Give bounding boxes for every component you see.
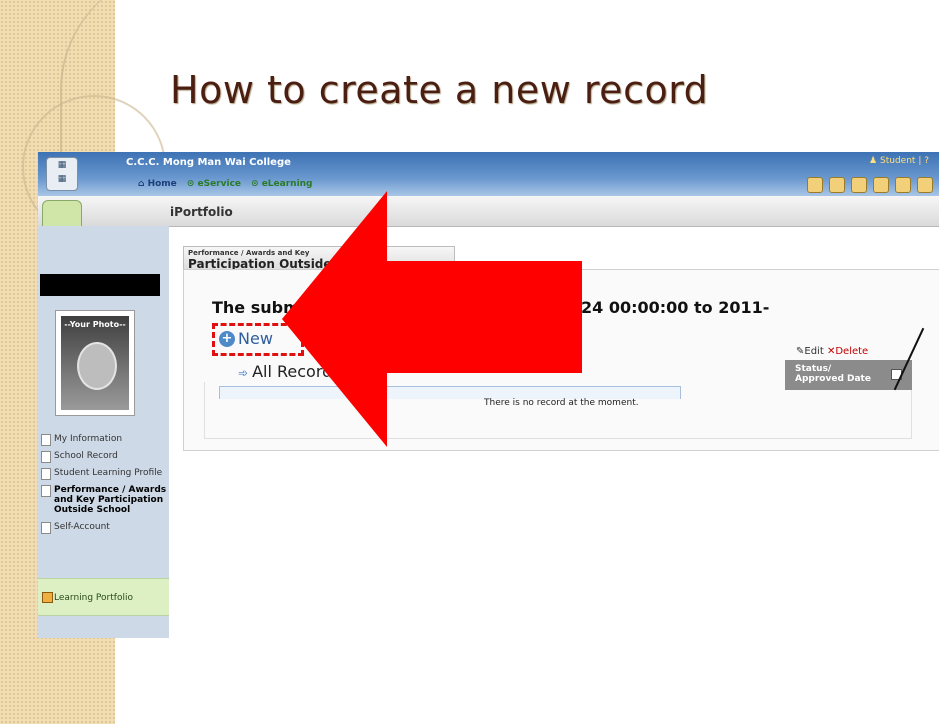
- document-icon: [41, 434, 51, 446]
- sidebar-item-label: My Information: [54, 434, 123, 444]
- app-title: iPortfolio: [170, 205, 233, 219]
- learning-portfolio-icon: [42, 592, 53, 603]
- edit-delete-actions: ✎Edit ✕Delete: [796, 346, 868, 357]
- student-name-bar: [40, 274, 160, 296]
- photo-placeholder-label: --Your Photo--: [64, 320, 126, 329]
- document-icon: [41, 522, 51, 534]
- home-icon: ⌂: [138, 179, 145, 189]
- sidebar-item-school-record[interactable]: School Record: [38, 451, 169, 463]
- nav-home[interactable]: ⌂ Home: [138, 179, 177, 189]
- nav-eservice[interactable]: ⊙ eService: [187, 179, 241, 189]
- document-icon: [41, 485, 51, 497]
- avatar-silhouette-icon: [77, 342, 117, 390]
- user-icon: ♟: [869, 156, 878, 166]
- status-column-header: Status/ Approved Date: [785, 360, 912, 390]
- learning-portfolio-label: Learning Portfolio: [54, 593, 133, 603]
- arrow-right-icon: ➾: [238, 366, 249, 380]
- sidebar-item-label: School Record: [54, 451, 118, 461]
- sidebar-item-label: Self-Account: [54, 522, 110, 532]
- delete-button[interactable]: ✕Delete: [827, 346, 868, 357]
- sidebar-item-my-information[interactable]: My Information: [38, 434, 169, 446]
- user-menu[interactable]: ♟ Student | ?: [869, 156, 929, 166]
- tool-icon-3[interactable]: [851, 177, 867, 193]
- sidebar: --Your Photo-- My Information School Rec…: [38, 226, 169, 638]
- sidebar-item-label: Performance / Awards and Key Participati…: [54, 485, 167, 515]
- tool-icon-1[interactable]: [807, 177, 823, 193]
- school-name: C.C.C. Mong Man Wai College: [126, 157, 291, 168]
- learning-portfolio-link[interactable]: Learning Portfolio: [38, 578, 169, 616]
- sidebar-item-performance-awards[interactable]: Performance / Awards and Key Participati…: [38, 485, 169, 515]
- add-record-icon: +: [219, 331, 235, 347]
- edit-button[interactable]: ✎Edit: [796, 346, 824, 357]
- slide-title: How to create a new record: [170, 68, 709, 112]
- student-link[interactable]: Student: [880, 156, 915, 166]
- red-arrow-left-icon: [282, 191, 582, 447]
- new-record-button[interactable]: New: [238, 329, 273, 348]
- submission-period-dates: 24 00:00:00 to 2011-: [581, 298, 770, 317]
- student-photo: --Your Photo--: [55, 310, 135, 416]
- photo-placeholder: --Your Photo--: [61, 316, 129, 410]
- status-header-label: Status/ Approved Date: [795, 364, 871, 384]
- tool-icon-4[interactable]: [873, 177, 889, 193]
- document-icon: [41, 451, 51, 463]
- toolbar-icons: [807, 177, 933, 193]
- tool-icon-2[interactable]: [829, 177, 845, 193]
- sidebar-menu: My Information School Record Student Lea…: [38, 434, 169, 539]
- tool-icon-5[interactable]: [895, 177, 911, 193]
- school-logo-icon: ▦ ▦: [46, 157, 78, 191]
- tool-icon-6[interactable]: [917, 177, 933, 193]
- nav-elearning[interactable]: ⊙ eLearning: [251, 179, 312, 189]
- main-nav: ⌂ Home ⊙ eService ⊙ eLearning: [138, 179, 313, 189]
- help-link[interactable]: ?: [924, 156, 929, 166]
- red-arrow-shape: [282, 191, 582, 447]
- top-bar: ▦ ▦ C.C.C. Mong Man Wai College ♟ Student…: [38, 152, 939, 196]
- sidebar-item-label: Student Learning Profile: [54, 468, 163, 478]
- sidebar-item-student-learning-profile[interactable]: Student Learning Profile: [38, 468, 169, 480]
- document-icon: [41, 468, 51, 480]
- sidebar-item-self-account[interactable]: Self-Account: [38, 522, 169, 534]
